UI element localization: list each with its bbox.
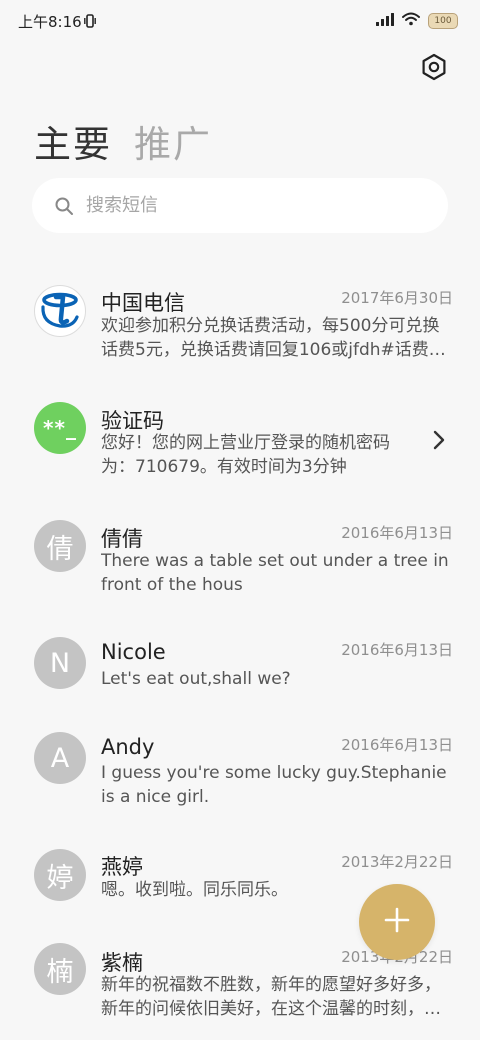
- avatar-text: 楠: [46, 956, 74, 988]
- settings-hex-icon: [419, 52, 449, 86]
- conversation-date: 2016年6月13日: [341, 736, 453, 754]
- conversation-date: 2013年2月22日: [341, 853, 453, 871]
- conversation-preview: There was a table set out under a tree i…: [101, 551, 449, 595]
- tab-promotions[interactable]: 推广: [134, 114, 212, 168]
- avatar: 楠: [34, 943, 86, 995]
- avatar-text: A: [50, 742, 70, 774]
- signal-icon: [376, 11, 394, 30]
- search-icon: [54, 196, 74, 216]
- conversation-name: 燕婷: [101, 855, 143, 879]
- conversation-item[interactable]: A Andy 2016年6月13日 I guess you're some lu…: [0, 724, 480, 814]
- search-bar[interactable]: [32, 178, 448, 233]
- search-input[interactable]: [84, 194, 418, 217]
- conversation-item[interactable]: 倩 倩倩 2016年6月13日 There was a table set ou…: [0, 512, 480, 602]
- conversation-item[interactable]: N Nicole 2016年6月13日 Let's eat out,shall …: [0, 629, 480, 699]
- message-tabs: 主要 推广: [34, 114, 212, 168]
- vibrate-icon: [84, 13, 96, 32]
- plus-icon: [383, 906, 411, 938]
- avatar: 婷: [34, 849, 86, 901]
- avatar: 倩: [34, 520, 86, 572]
- conversation-item[interactable]: 中国电信 2017年6月30日 欢迎参加积分兑换话费活动，每500分可兑换话费5…: [0, 277, 480, 367]
- avatar-text: **_: [43, 416, 77, 440]
- china-telecom-logo-icon: [36, 286, 84, 336]
- avatar-text: N: [49, 647, 71, 679]
- status-bar: 上午8:16 100: [0, 0, 480, 40]
- chevron-right-icon[interactable]: [429, 428, 449, 452]
- avatar: N: [34, 637, 86, 689]
- avatar: A: [34, 732, 86, 784]
- conversation-date: 2017年6月30日: [341, 289, 453, 307]
- status-time: 上午8:16: [18, 13, 82, 31]
- conversation-preview: 您好！您的网上营业厅登录的随机密码为：710679。有效时间为3分钟: [101, 433, 390, 477]
- messaging-screen: 上午8:16 100 主要 推广 搜索短信 中国电信 2017年6月30日 欢迎…: [0, 0, 480, 1040]
- avatar: **_: [34, 402, 86, 454]
- conversation-date: 2016年6月13日: [341, 641, 453, 659]
- conversation-preview: 欢迎参加积分兑换话费活动，每500分可兑换话费5元，兑换话费请回复106或jfd…: [101, 316, 446, 360]
- avatar-text: 婷: [46, 862, 74, 894]
- conversation-preview: 新年的祝福数不胜数，新年的愿望好多好多，新年的问候依旧美好，在这个温馨的时刻，祝…: [101, 975, 441, 1019]
- conversation-preview: Let's eat out,shall we?: [101, 669, 291, 689]
- status-indicators: 100: [376, 11, 458, 30]
- battery-indicator: 100: [428, 12, 458, 29]
- conversation-date: 2016年6月13日: [341, 524, 453, 542]
- conversation-item[interactable]: **_ 验证码 您好！您的网上营业厅登录的随机密码为：710679。有效时间为3…: [0, 395, 480, 485]
- conversation-name: Andy: [101, 735, 155, 759]
- avatar: [34, 285, 86, 337]
- conversation-name: Nicole: [101, 640, 166, 664]
- conversation-name: 中国电信: [101, 291, 185, 315]
- new-message-button[interactable]: [359, 884, 435, 960]
- conversation-preview: I guess you're some lucky guy.Stephanie …: [101, 763, 447, 807]
- settings-button[interactable]: [418, 53, 450, 85]
- avatar-text: 倩: [46, 533, 74, 565]
- tab-primary[interactable]: 主要: [34, 114, 112, 168]
- wifi-icon: [402, 11, 420, 30]
